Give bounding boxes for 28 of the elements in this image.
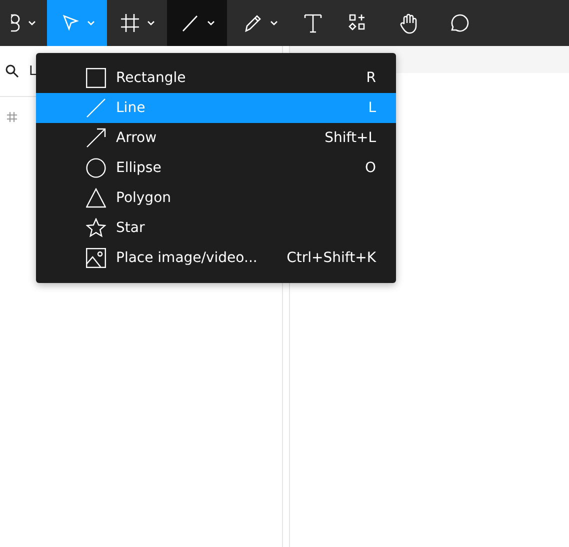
caret-icon [87,20,95,26]
caret-icon [207,20,215,26]
logo-icon [11,14,22,32]
polygon-icon [86,188,106,208]
shortcut-label: R [366,70,376,86]
menu-item[interactable]: Rectangle R [36,63,396,93]
star-icon [86,218,106,238]
caret-icon [28,20,36,26]
shortcut-label: L [368,100,376,116]
image-icon [86,248,106,268]
caret-icon [147,20,155,26]
shortcut-label: Ctrl+Shift+K [286,250,376,266]
menu-item[interactable]: Ellipse O [36,153,396,183]
shortcut-label: O [364,160,376,176]
hash-icon [6,111,18,123]
hash-icon [119,12,141,34]
text-icon [302,12,324,34]
search-icon [5,64,19,78]
rectangle-icon [86,68,106,88]
line-icon [86,98,106,118]
menu-item[interactable]: Arrow Shift+L [36,123,396,153]
ellipse-icon [86,158,106,178]
menu-item[interactable]: Polygon [36,183,396,213]
menu-item[interactable]: Star [36,213,396,243]
shortcut-label: Shift+L [324,130,376,146]
arrow-icon [86,128,106,148]
caret-icon [270,20,278,26]
menu-item[interactable]: Place image/video... Ctrl+Shift+K [36,243,396,273]
